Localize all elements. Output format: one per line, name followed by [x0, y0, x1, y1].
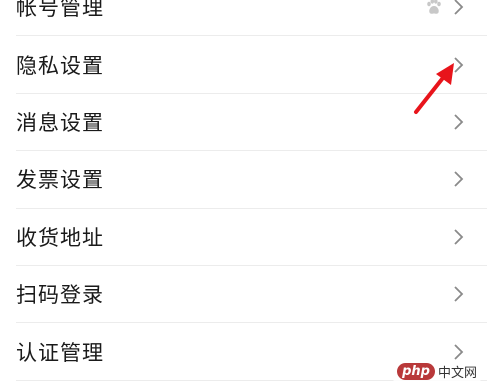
row-label: 收货地址 — [16, 225, 104, 250]
row-label: 扫码登录 — [16, 283, 104, 308]
chevron-right-icon — [451, 112, 467, 132]
chevron-right-icon — [451, 0, 467, 17]
settings-row-address[interactable]: 收货地址 — [16, 209, 487, 266]
chevron-right-icon — [451, 169, 467, 189]
settings-list: 帐号管理 隐私设置 消息设置 发票设置 收货地址 扫码登录 认证管理 — [0, 0, 487, 381]
row-label: 消息设置 — [16, 110, 104, 135]
settings-row-privacy[interactable]: 隐私设置 — [16, 36, 487, 94]
row-label: 帐号管理 — [16, 0, 104, 21]
paw-icon — [425, 0, 443, 16]
watermark-logo: php — [397, 362, 435, 380]
chevron-right-icon — [451, 55, 467, 75]
settings-row-invoice[interactable]: 发票设置 — [16, 151, 487, 209]
watermark: php 中文网 — [393, 360, 481, 382]
row-label: 隐私设置 — [16, 53, 104, 78]
settings-row-scan-login[interactable]: 扫码登录 — [16, 266, 487, 324]
settings-row-account-management[interactable]: 帐号管理 — [16, 0, 487, 37]
chevron-right-icon — [451, 284, 467, 304]
row-label: 发票设置 — [16, 168, 104, 193]
chevron-right-icon — [451, 227, 467, 247]
row-label: 认证管理 — [16, 340, 104, 365]
settings-row-message[interactable]: 消息设置 — [16, 94, 487, 152]
chevron-right-icon — [451, 342, 467, 362]
watermark-text: 中文网 — [437, 365, 477, 381]
